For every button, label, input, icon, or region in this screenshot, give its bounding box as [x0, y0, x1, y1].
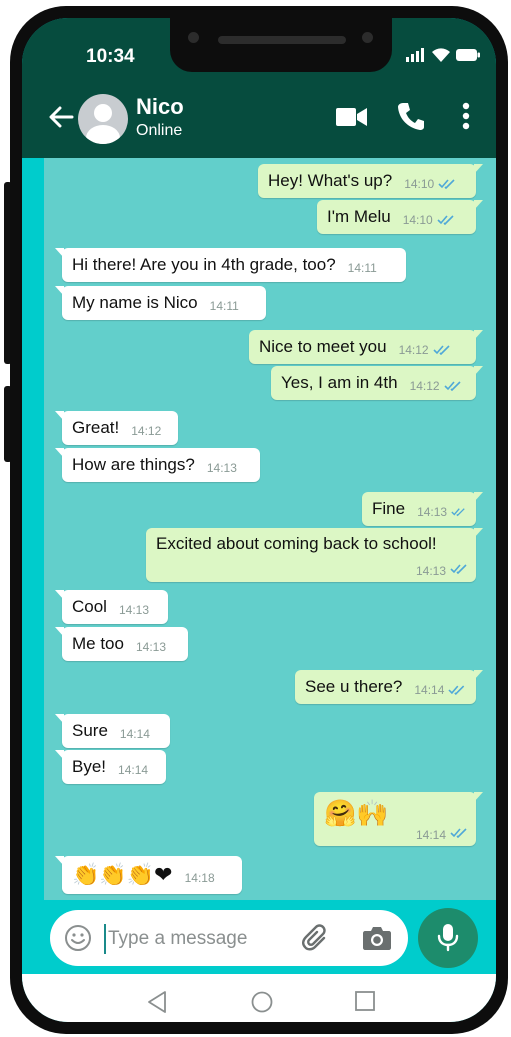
- wifi-icon: [432, 48, 450, 62]
- message-time: 14:14: [118, 763, 149, 777]
- mic-icon: [437, 924, 459, 952]
- chat-area: Hey! What's up? 14:10 I'm Melu 14:10 Hi …: [44, 158, 496, 900]
- message-time: 14:12: [131, 424, 162, 438]
- signal-icon: [406, 48, 424, 62]
- message-time: 14:13: [206, 461, 237, 475]
- message-text: Excited about coming back to school!: [156, 534, 437, 553]
- mic-button[interactable]: [418, 908, 478, 968]
- attach-icon[interactable]: [302, 924, 330, 952]
- message-time: 14:14: [119, 727, 150, 741]
- status-time: 10:34: [86, 46, 135, 67]
- message-bubble-outgoing[interactable]: Excited about coming back to school! 14:…: [146, 528, 483, 582]
- message-meta: 14:13: [404, 564, 468, 578]
- message-text: Hey! What's up?: [268, 171, 393, 190]
- battery-icon: [456, 49, 480, 61]
- message-text: Yes, I am in 4th: [281, 373, 398, 392]
- message-text: How are things?: [72, 455, 195, 474]
- read-ticks-icon: [438, 179, 455, 189]
- message-input-pill: [50, 910, 408, 966]
- message-bubble-incoming[interactable]: Sure 14:14: [55, 714, 170, 748]
- status-icons: [406, 48, 480, 62]
- message-time: 14:18: [184, 871, 215, 885]
- message-bubble-incoming[interactable]: My name is Nico 14:11: [55, 286, 266, 320]
- message-bubble-incoming[interactable]: How are things? 14:13: [55, 448, 260, 482]
- nav-home-icon[interactable]: [250, 990, 274, 1014]
- message-time: 14:12: [398, 343, 429, 357]
- read-ticks-icon: [448, 685, 465, 695]
- read-ticks-icon: [451, 508, 465, 517]
- nav-back-icon[interactable]: [146, 990, 168, 1014]
- message-text: Hi there! Are you in 4th grade, too?: [72, 255, 336, 274]
- message-text: Bye!: [72, 757, 107, 776]
- message-bubble-outgoing[interactable]: Fine 14:13: [362, 492, 483, 526]
- message-text: I'm Melu: [327, 207, 391, 226]
- earpiece-speaker: [218, 36, 346, 44]
- phone-icon[interactable]: [398, 102, 424, 130]
- message-bubble-incoming[interactable]: 👏👏👏❤ 14:18: [55, 856, 242, 894]
- front-camera-dot: [362, 32, 373, 43]
- message-text: Me too: [72, 634, 124, 653]
- read-ticks-icon: [433, 345, 450, 355]
- video-call-icon[interactable]: [336, 106, 368, 128]
- message-bubble-outgoing[interactable]: I'm Melu 14:10: [317, 200, 483, 234]
- message-time: 14:11: [347, 261, 377, 275]
- message-text: My name is Nico: [72, 293, 198, 312]
- message-bubble-outgoing[interactable]: Yes, I am in 4th 14:12: [271, 366, 483, 400]
- message-time: 14:13: [135, 640, 167, 654]
- message-text: Fine: [372, 499, 406, 518]
- message-text: Cool: [72, 597, 107, 616]
- read-ticks-icon: [450, 828, 467, 838]
- message-time: 14:12: [409, 379, 440, 393]
- emoji-icon[interactable]: [64, 924, 92, 952]
- nav-recents-icon[interactable]: [354, 990, 376, 1012]
- phone-screen: 10:34 Nico Online Hey! What's up? 14:10 …: [22, 18, 496, 1022]
- message-bubble-incoming[interactable]: Cool 14:13: [55, 590, 168, 624]
- message-bubble-incoming[interactable]: Bye! 14:14: [55, 750, 166, 784]
- back-arrow-icon[interactable]: [48, 104, 74, 130]
- message-time: 14:14: [414, 683, 445, 697]
- message-text: Nice to meet you: [259, 337, 387, 356]
- phone-frame: 10:34 Nico Online Hey! What's up? 14:10 …: [10, 6, 508, 1034]
- read-ticks-icon: [444, 381, 461, 391]
- emoji-message: 🤗🙌: [324, 798, 389, 828]
- status-bar: 10:34: [22, 18, 496, 80]
- contact-status: Online: [136, 122, 183, 139]
- message-text: Sure: [72, 721, 108, 740]
- message-bubble-outgoing[interactable]: 🤗🙌 14:14: [314, 792, 483, 846]
- read-ticks-icon: [437, 215, 454, 225]
- more-vert-icon[interactable]: [462, 102, 470, 130]
- message-time: 14:11: [209, 299, 239, 313]
- message-time: 14:13: [415, 564, 446, 578]
- message-text: Great!: [72, 418, 120, 437]
- message-bubble-incoming[interactable]: Me too 14:13: [55, 627, 188, 661]
- message-time: 14:10: [402, 213, 433, 227]
- message-bubble-outgoing[interactable]: Hey! What's up? 14:10: [258, 164, 483, 198]
- message-bubble-outgoing[interactable]: See u there? 14:14: [295, 670, 483, 704]
- chat-header: Nico Online: [22, 80, 496, 158]
- sensor-dot: [188, 32, 199, 43]
- message-composer: [22, 900, 496, 982]
- message-time: 14:14: [415, 828, 446, 842]
- message-bubble-incoming[interactable]: Great! 14:12: [55, 411, 178, 445]
- emoji-message: 👏👏👏❤: [72, 862, 173, 887]
- message-time: 14:10: [404, 177, 435, 191]
- camera-notch: [170, 18, 392, 72]
- contact-name[interactable]: Nico: [136, 94, 184, 120]
- avatar-icon: [86, 104, 120, 144]
- navigation-bar: [22, 974, 496, 1022]
- read-ticks-icon: [450, 564, 467, 574]
- avatar[interactable]: [78, 94, 128, 144]
- message-meta: 14:14: [404, 828, 468, 842]
- message-bubble-outgoing[interactable]: Nice to meet you 14:12: [249, 330, 483, 364]
- message-time: 14:13: [118, 603, 149, 617]
- message-input[interactable]: [104, 924, 284, 954]
- message-time: 14:13: [417, 505, 448, 519]
- message-bubble-incoming[interactable]: Hi there! Are you in 4th grade, too? 14:…: [55, 248, 406, 282]
- camera-icon[interactable]: [362, 925, 392, 951]
- message-text: See u there?: [305, 677, 403, 696]
